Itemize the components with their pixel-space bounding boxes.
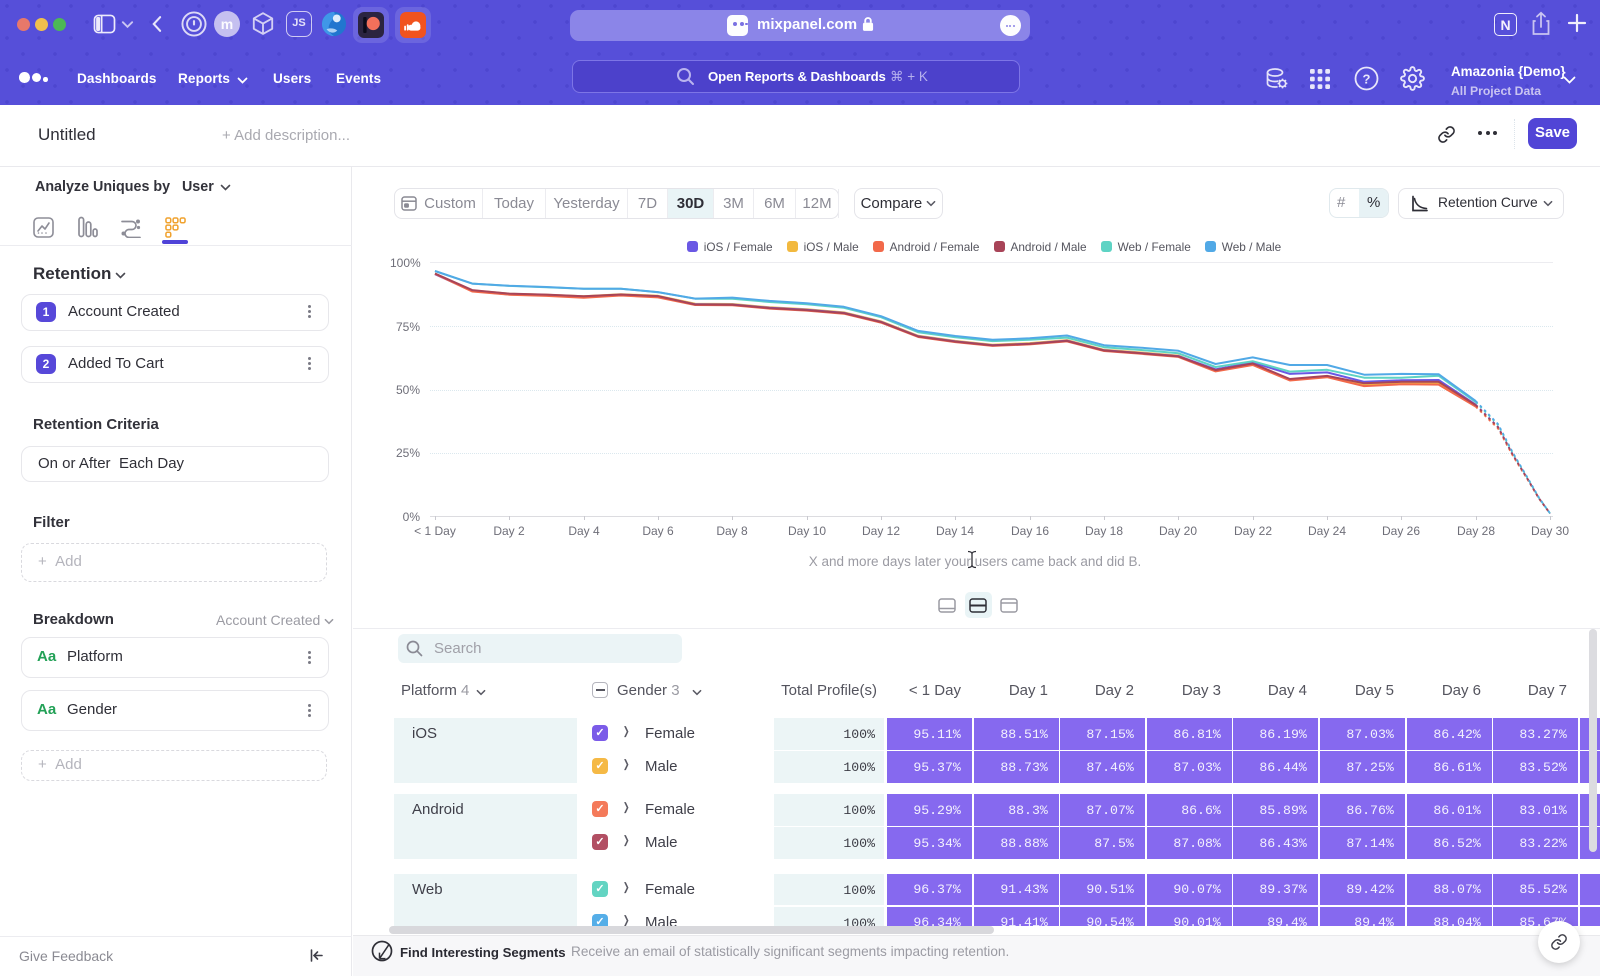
svg-text:?: ? <box>1363 71 1371 86</box>
